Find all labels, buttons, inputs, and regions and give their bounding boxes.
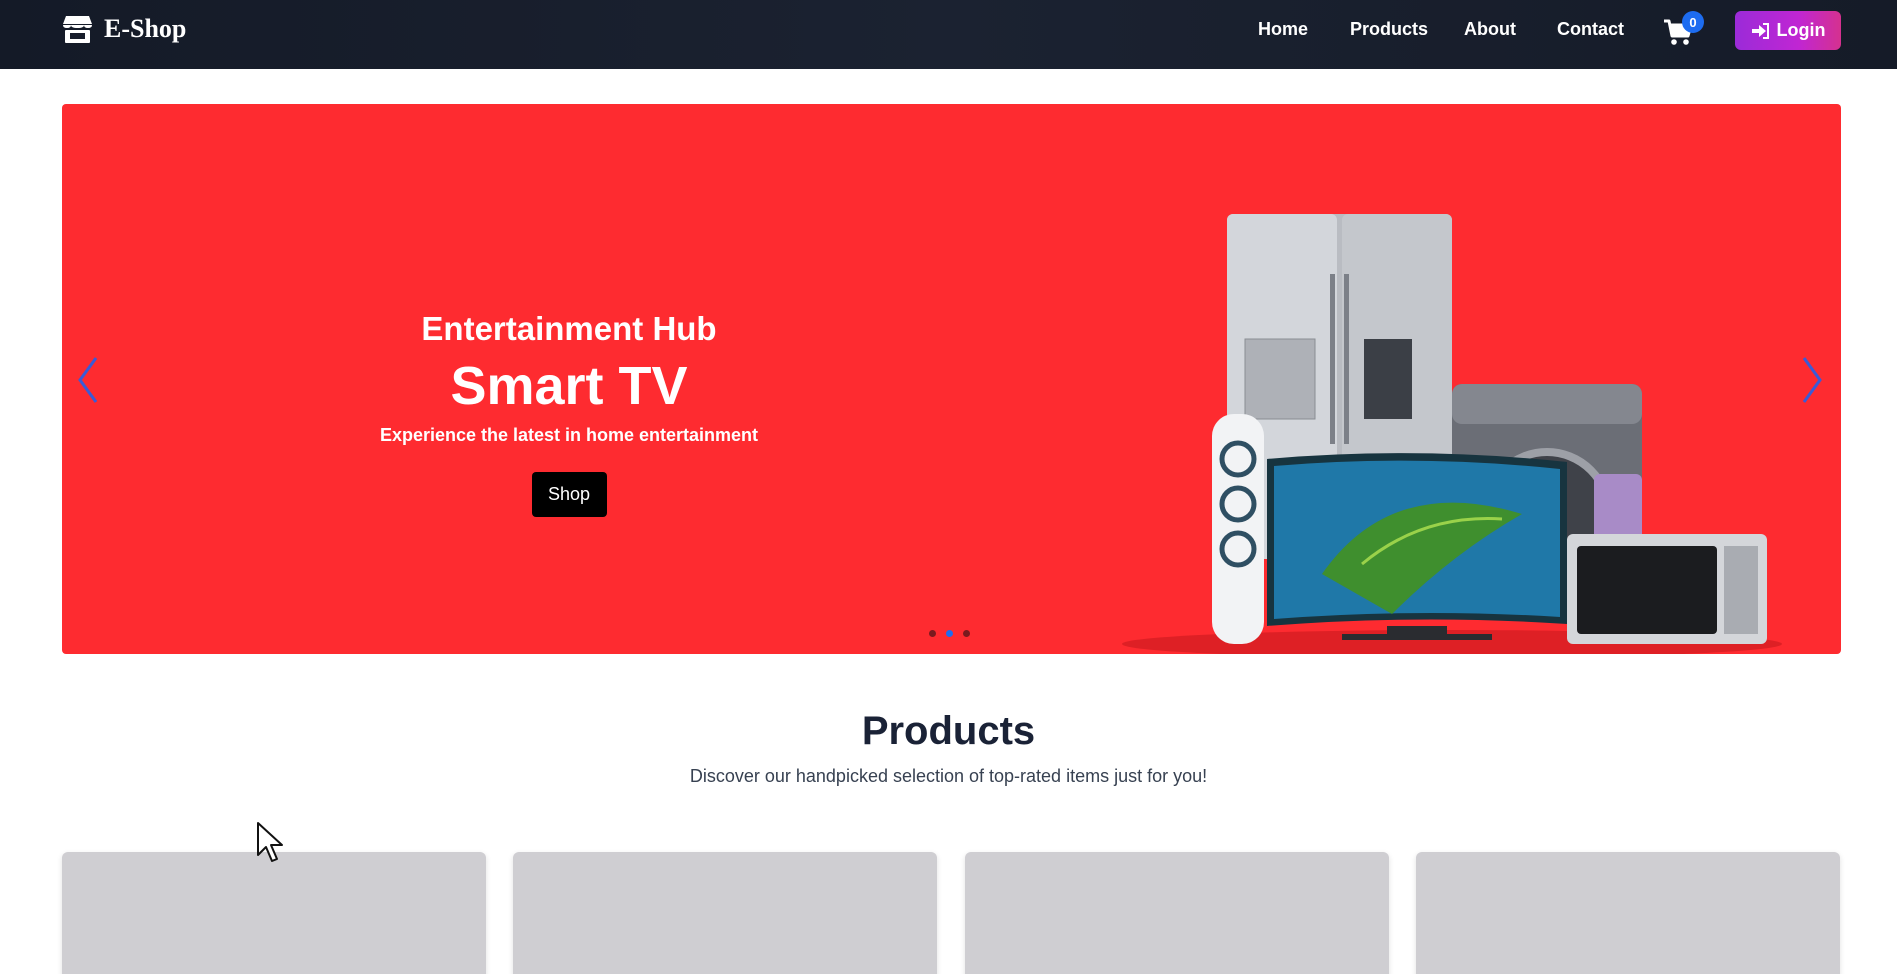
carousel-prev-button[interactable] xyxy=(72,352,104,408)
login-button[interactable]: Login xyxy=(1735,11,1841,50)
cart-button[interactable]: 0 xyxy=(1663,11,1704,49)
nav-link-home[interactable]: Home xyxy=(1258,19,1308,40)
store-icon xyxy=(63,15,92,43)
hero-title: Smart TV xyxy=(450,356,688,416)
nav-link-contact[interactable]: Contact xyxy=(1557,19,1624,40)
hero-subtitle: Experience the latest in home entertainm… xyxy=(379,425,759,445)
navbar: E-Shop Home Products About Contact 0 Log… xyxy=(0,0,1897,69)
nav-link-products[interactable]: Products xyxy=(1350,19,1428,40)
product-grid xyxy=(62,852,1841,974)
chevron-left-icon xyxy=(78,357,98,403)
carousel-dot-3[interactable] xyxy=(963,630,970,637)
hero-carousel: Entertainment Hub Smart TV Experience th… xyxy=(62,104,1841,654)
brand-name: E-Shop xyxy=(104,14,187,43)
product-card-placeholder[interactable] xyxy=(513,852,937,974)
chevron-right-icon xyxy=(1802,357,1822,403)
product-card-placeholder[interactable] xyxy=(62,852,486,974)
hero-kicker: Entertainment Hub xyxy=(421,310,717,347)
products-subtitle: Discover our handpicked selection of top… xyxy=(689,766,1208,786)
hero-caption: Entertainment Hub Smart TV Experience th… xyxy=(324,309,814,517)
mouse-cursor-icon xyxy=(257,822,283,862)
carousel-dot-2[interactable] xyxy=(946,630,953,637)
carousel-dot-1[interactable] xyxy=(929,630,936,637)
product-card-placeholder[interactable] xyxy=(1416,852,1840,974)
sign-in-icon xyxy=(1751,22,1769,39)
brand-logo[interactable]: E-Shop xyxy=(61,14,186,44)
cart-count-badge: 0 xyxy=(1682,11,1704,33)
nav-link-about[interactable]: About xyxy=(1464,19,1516,40)
appliances-image xyxy=(1122,214,1782,654)
carousel-next-button[interactable] xyxy=(1796,352,1828,408)
login-label: Login xyxy=(1776,20,1826,40)
carousel-indicators xyxy=(929,630,970,637)
products-heading: Products xyxy=(861,709,1036,753)
product-card-placeholder[interactable] xyxy=(965,852,1389,974)
shop-button[interactable]: Shop xyxy=(531,472,607,517)
